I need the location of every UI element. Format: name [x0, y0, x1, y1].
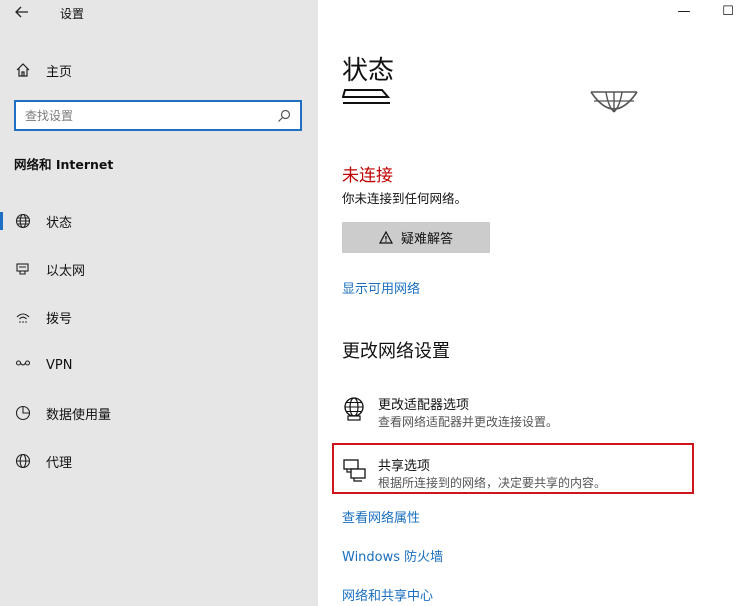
- window-title: 设置: [60, 7, 85, 21]
- sidebar-item-label: 代理: [46, 455, 73, 471]
- vpn-icon: [14, 356, 32, 374]
- proxy-globe-icon: [14, 452, 32, 470]
- search-input[interactable]: [25, 107, 265, 125]
- warning-icon: [378, 231, 393, 244]
- troubleshoot-button[interactable]: 疑难解答: [342, 222, 490, 253]
- show-available-networks-link[interactable]: 显示可用网络: [342, 278, 420, 297]
- windows-firewall-link[interactable]: Windows 防火墙: [342, 546, 443, 565]
- search-box[interactable]: [14, 100, 302, 131]
- maximize-icon: ☐: [722, 4, 734, 19]
- minimize-button[interactable]: —: [674, 4, 694, 20]
- back-arrow-icon: [15, 6, 28, 18]
- sidebar-item-label: 以太网: [46, 263, 86, 279]
- sidebar-item-vpn[interactable]: VPN: [0, 347, 318, 383]
- view-network-properties-link[interactable]: 查看网络属性: [342, 507, 420, 526]
- troubleshoot-label: 疑难解答: [400, 232, 453, 247]
- globe-partial-icon: [590, 91, 638, 113]
- maximize-button[interactable]: ☐: [718, 4, 737, 20]
- page-title: 状态: [342, 56, 395, 86]
- sidebar-item-status[interactable]: 状态: [0, 203, 318, 239]
- title-bar: 设置: [0, 0, 318, 28]
- sidebar-item-label: 拨号: [46, 311, 73, 327]
- setting-name: 更改适配器选项: [378, 398, 470, 413]
- dialup-icon: [14, 308, 32, 326]
- adapter-globe-icon: [344, 397, 364, 421]
- sharing-icon: [343, 459, 366, 482]
- connection-description: 你未连接到任何网络。: [342, 191, 468, 206]
- sidebar-item-proxy[interactable]: 代理: [0, 443, 318, 479]
- sidebar-item-data-usage[interactable]: 数据使用量: [0, 395, 318, 431]
- section-title: 网络和 Internet: [14, 157, 114, 172]
- change-network-settings-title: 更改网络设置: [342, 341, 450, 362]
- back-button[interactable]: [11, 3, 33, 23]
- connection-status: 未连接: [342, 166, 393, 186]
- minimize-icon: —: [677, 4, 691, 19]
- sidebar-item-label: 数据使用量: [46, 407, 112, 423]
- sidebar-item-ethernet[interactable]: 以太网: [0, 251, 318, 287]
- home-nav-item[interactable]: 主页: [14, 59, 72, 81]
- sidebar: 设置 主页 网络和 Internet 状态 以太网 拨号: [0, 0, 318, 606]
- setting-name: 共享选项: [378, 459, 431, 474]
- setting-description: 根据所连接到的网络，决定要共享的内容。: [378, 476, 607, 490]
- search-icon[interactable]: [276, 108, 292, 124]
- globe-icon: [14, 212, 32, 230]
- sharing-options-item[interactable]: 共享选项 根据所连接到的网络，决定要共享的内容。: [342, 455, 682, 495]
- home-icon: [14, 61, 32, 79]
- network-sharing-center-link[interactable]: 网络和共享中心: [342, 585, 433, 604]
- network-device-icon: [342, 89, 391, 104]
- data-usage-icon: [14, 404, 32, 422]
- setting-description: 查看网络适配器并更改连接设置。: [378, 415, 559, 429]
- sidebar-item-dialup[interactable]: 拨号: [0, 299, 318, 335]
- sidebar-item-label: VPN: [46, 357, 73, 373]
- change-adapter-options-item[interactable]: 更改适配器选项 查看网络适配器并更改连接设置。: [342, 394, 682, 434]
- home-label: 主页: [46, 64, 73, 80]
- sidebar-item-label: 状态: [46, 215, 73, 231]
- ethernet-icon: [14, 260, 32, 278]
